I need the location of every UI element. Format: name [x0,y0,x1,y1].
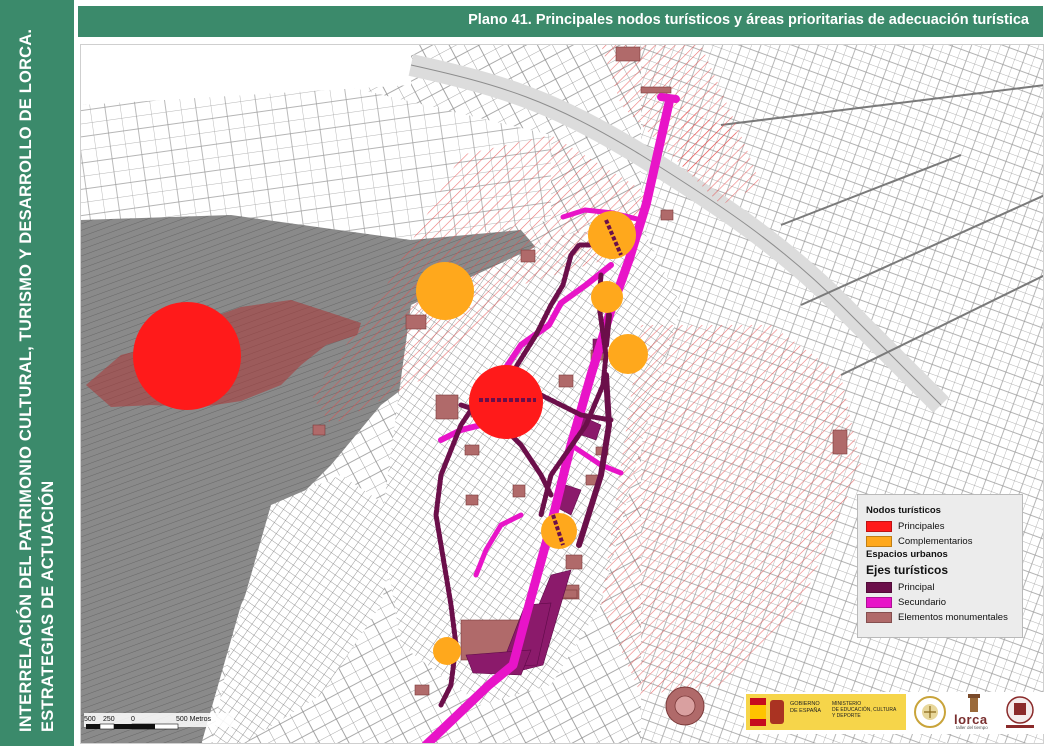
legend-label-principal: Principal [898,582,935,593]
university-seal-icon [1006,696,1034,728]
plan-title: Plano 41. Principales nodos turísticos y… [468,12,1029,28]
legend-row-principal: Principal [866,580,1014,595]
legend-swatch-complementarios [866,536,892,547]
node-complementary-5 [541,513,577,549]
legend-row-elementos: Elementos monumentales [866,610,1014,625]
logo-gob-line2: DE ESPAÑA [790,708,822,714]
legend-label-secundario: Secundario [898,597,947,608]
logo-lorca: lorca taller del tiempo [954,694,994,730]
spain-flag-stripe-icon [750,705,766,719]
sidebar-title-line1: INTERRELACIÓN DEL PATRIMONIO CULTURAL, T… [17,28,35,732]
legend-swatch-elementos [866,612,892,623]
legend-swatch-principal [866,582,892,593]
lorca-tower-icon [968,694,980,712]
scale-bar-graphic: 500 250 0 500 Metros [84,713,234,730]
coat-of-arms-icon [770,700,784,724]
logo-gob-line1: GOBIERNO [790,701,820,707]
logo-ministerio-text: MINISTERIO DE EDUCACIÓN, CULTURA Y DEPOR… [832,701,904,719]
node-complementary-6 [433,637,461,665]
principal-axis-segment [603,312,612,348]
logo-circular [912,694,948,730]
map-area [80,44,1044,744]
bullring-arena [674,695,696,717]
legend-label-complementarios: Complementarios [898,536,973,547]
logo-university [1000,694,1040,730]
scale-bar: 500 250 0 500 Metros [84,713,234,737]
logos-strip: GOBIERNO DE ESPAÑA MINISTERIO DE EDUCACI… [744,692,1044,734]
logo-min-line3: Y DEPORTE [832,713,861,719]
node-principal-castle [133,302,241,410]
map-sheet: INTERRELACIÓN DEL PATRIMONIO CULTURAL, T… [0,0,1048,746]
legend-row-complementarios: Complementarios [866,534,1014,549]
scale-label-3: 500 Metros [176,716,212,723]
legend-row-principales: Principales [866,519,1014,534]
scale-label-0: 500 [84,716,96,723]
circular-emblem-icon [914,696,946,728]
legend-espacios-title: Espacios urbanos [866,549,948,560]
header-band: Plano 41. Principales nodos turísticos y… [78,6,1043,37]
legend-label-elementos: Elementos monumentales [898,612,1008,623]
secondary-axis-top [657,93,680,103]
node-complementary-3 [591,281,623,313]
legend-swatch-principales [866,521,892,532]
legend-label-principales: Principales [898,521,945,532]
node-complementary-1 [416,262,474,320]
map-legend: Nodos turísticos Principales Complementa… [857,494,1023,638]
legend-ejes-title: Ejes turísticos [866,563,949,577]
legend-nodos-title: Nodos turísticos [866,505,941,516]
node-complementary-4 [608,334,648,374]
sidebar-title: INTERRELACIÓN DEL PATRIMONIO CULTURAL, T… [0,0,74,746]
node-complementary-2 [588,211,636,259]
scale-label-1: 250 [103,716,115,723]
legend-row-secundario: Secundario [866,595,1014,610]
city-map [81,45,1043,743]
scale-label-2: 0 [131,716,135,723]
sidebar-title-band: INTERRELACIÓN DEL PATRIMONIO CULTURAL, T… [0,0,74,746]
legend-swatch-secundario [866,597,892,608]
logo-lorca-sub: taller del tiempo [956,725,988,730]
logo-gobierno: GOBIERNO DE ESPAÑA MINISTERIO DE EDUCACI… [746,694,906,730]
sidebar-title-line2: ESTRATEGIAS DE ACTUACIÓN [39,480,57,732]
logo-gobierno-text: GOBIERNO DE ESPAÑA [790,701,821,715]
